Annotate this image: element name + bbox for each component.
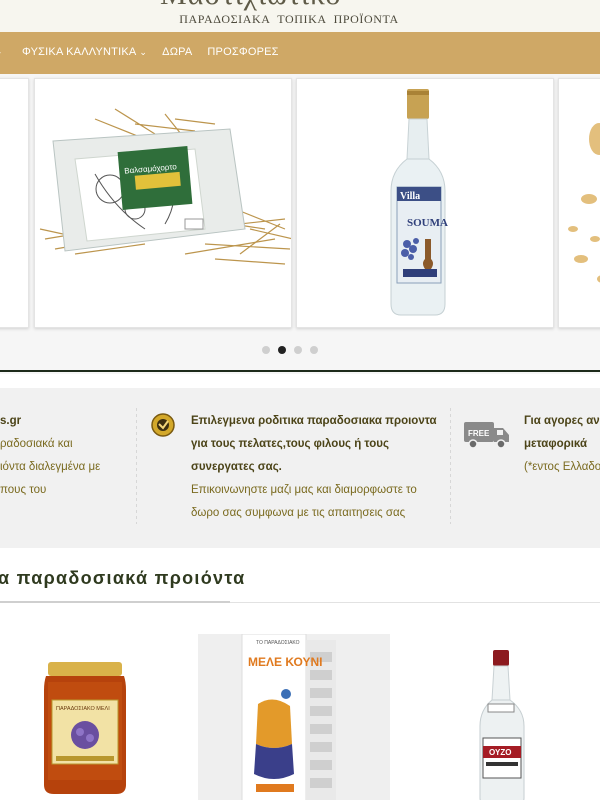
chevron-down-icon[interactable]: ›	[0, 45, 1, 59]
info-column-2-head: για τους πελατες,τους φιλους ή τους	[191, 438, 389, 450]
ouzo-label-text: ΟΥΖΟ	[489, 748, 511, 757]
product-honey-jar[interactable]: ΠΑΡΑΔΟΣΙΑΚΟ ΜΕΛΙ	[40, 660, 130, 800]
carousel-dots	[262, 346, 326, 354]
product-carousel: Βαλσαμόχορτο Villa SOUMA	[0, 74, 600, 374]
info-separator	[136, 408, 137, 524]
gift-badge-icon	[151, 413, 175, 437]
site-logo-text[interactable]: Μαστιχιώτικο	[160, 0, 341, 12]
carousel-dot[interactable]	[262, 346, 270, 354]
truck-icon: FREE	[464, 422, 509, 449]
carousel-slide-souma-bottle[interactable]: Villa SOUMA	[296, 78, 554, 328]
page: Μαστιχιώτικο ΠΑΡΑΔΟΣΙΑΚΑ ΤΟΠΙΚΑ ΠΡΟΪΟΝΤΑ…	[0, 0, 600, 800]
souma-bottle-image: Villa SOUMA	[390, 89, 448, 316]
info-column-2-head: συνεργατες σας.	[191, 461, 282, 473]
truck-free-text: FREE	[468, 429, 490, 438]
info-column-3: Για αγορες ανω μεταφορικά (*εντος Ελλαδο…	[524, 410, 600, 479]
carousel-dot-active[interactable]	[278, 346, 286, 354]
nav-item-offers[interactable]: ΠΡΟΣΦΟΡΕΣ	[207, 46, 278, 58]
nav-item-gifts[interactable]: ΔΩΡΑ	[162, 46, 192, 58]
melekouni-image: ΤΟ ΠΑΡΑΔΟΣΙΑΚΟ ΜΕΛΕ ΚΟΥΝΙ	[241, 633, 336, 800]
carousel-slide-herb-package[interactable]: Βαλσαμόχορτο	[34, 78, 292, 328]
info-separator	[450, 408, 451, 524]
info-column-2: Επιλεγμενα ροδιτικα παραδοσιακα προιοντα…	[191, 410, 437, 525]
carousel-dot[interactable]	[310, 346, 318, 354]
bottle-product-text: SOUMA	[407, 217, 448, 229]
slider-divider	[0, 370, 600, 372]
nav-item-label: ΠΡΟΣΦΟΡΕΣ	[207, 46, 279, 58]
info-column-1: s.gr ραδοσιακά και ιόντα διαλεγμένα με π…	[0, 410, 100, 502]
nav-item-label: ΦΥΣΙΚΑ ΚΑΛΛΥΝΤΙΚΑ	[22, 46, 137, 58]
info-band: s.gr ραδοσιακά και ιόντα διαλεγμένα με π…	[0, 388, 600, 548]
site-tagline: ΠΑΡΑΔΟΣΙΑΚΑ ΤΟΠΙΚΑ ΠΡΟΪΟΝΤΑ	[179, 12, 399, 26]
info-column-2-head: Επιλεγμενα ροδιτικα παραδοσιακα προιοντα	[191, 415, 437, 427]
melekouni-brand-text: ΜΕΛΕ ΚΟΥΝΙ	[248, 655, 322, 669]
melekouni-top-text: ΤΟ ΠΑΡΑΔΟΣΙΑΚΟ	[256, 640, 300, 646]
site-header: Μαστιχιώτικο ΠΑΡΑΔΟΣΙΑΚΑ ΤΟΠΙΚΑ ΠΡΟΪΟΝΤΑ	[0, 0, 600, 32]
nav-item-natural-cosmetics[interactable]: ΦΥΣΙΚΑ ΚΑΛΛΥΝΤΙΚΑ ⌄	[22, 46, 147, 58]
info-line: πους του	[0, 484, 47, 496]
nav-item-label: ΔΩΡΑ	[162, 46, 193, 58]
carousel-slide-cookies-partial[interactable]	[558, 78, 600, 328]
honey-label-text: ΠΑΡΑΔΟΣΙΑΚΟ ΜΕΛΙ	[56, 706, 110, 712]
main-nav: › ΦΥΣΙΚΑ ΚΑΛΛΥΝΤΙΚΑ ⌄ ΔΩΡΑ ΠΡΟΣΦΟΡΕΣ	[0, 32, 600, 74]
herb-package-image: Βαλσαμόχορτο	[39, 108, 291, 265]
cookies-image	[568, 123, 600, 283]
product-ouzo-bottle[interactable]: ΟΥΖΟ	[474, 648, 530, 800]
info-column-3-head: μεταφορικά	[524, 438, 588, 450]
section-title-underline	[0, 601, 230, 603]
info-line: (*εντος Ελλαδος	[524, 461, 600, 473]
product-melekouni[interactable]: ΤΟ ΠΑΡΑΔΟΣΙΑΚΟ ΜΕΛΕ ΚΟΥΝΙ	[198, 633, 390, 800]
info-line: ραδοσιακά και	[0, 438, 73, 450]
info-line: δωρο σας συμφωνα με τις απαιτησεις σας	[191, 507, 406, 519]
info-line: Επικοινωνηστε μαζι μας και διαμορφωστε τ…	[191, 484, 417, 496]
carousel-slide-partial[interactable]	[0, 78, 29, 328]
carousel-dot[interactable]	[294, 346, 302, 354]
section-title: α παραδοσιακά προιόντα	[0, 568, 246, 588]
product-grid: ΠΑΡΑΔΟΣΙΑΚΟ ΜΕΛΙ ΤΟ ΠΑΡΑΔΟΣΙΑΚΟ ΜΕΛΕ ΚΟΥ…	[0, 604, 600, 800]
info-column-1-head: s.gr	[0, 415, 22, 427]
info-column-3-head: Για αγορες ανω	[524, 415, 600, 427]
chevron-down-icon: ⌄	[139, 46, 148, 57]
bottle-brand-text: Villa	[400, 191, 420, 202]
info-line: ιόντα διαλεγμένα με	[0, 461, 101, 473]
